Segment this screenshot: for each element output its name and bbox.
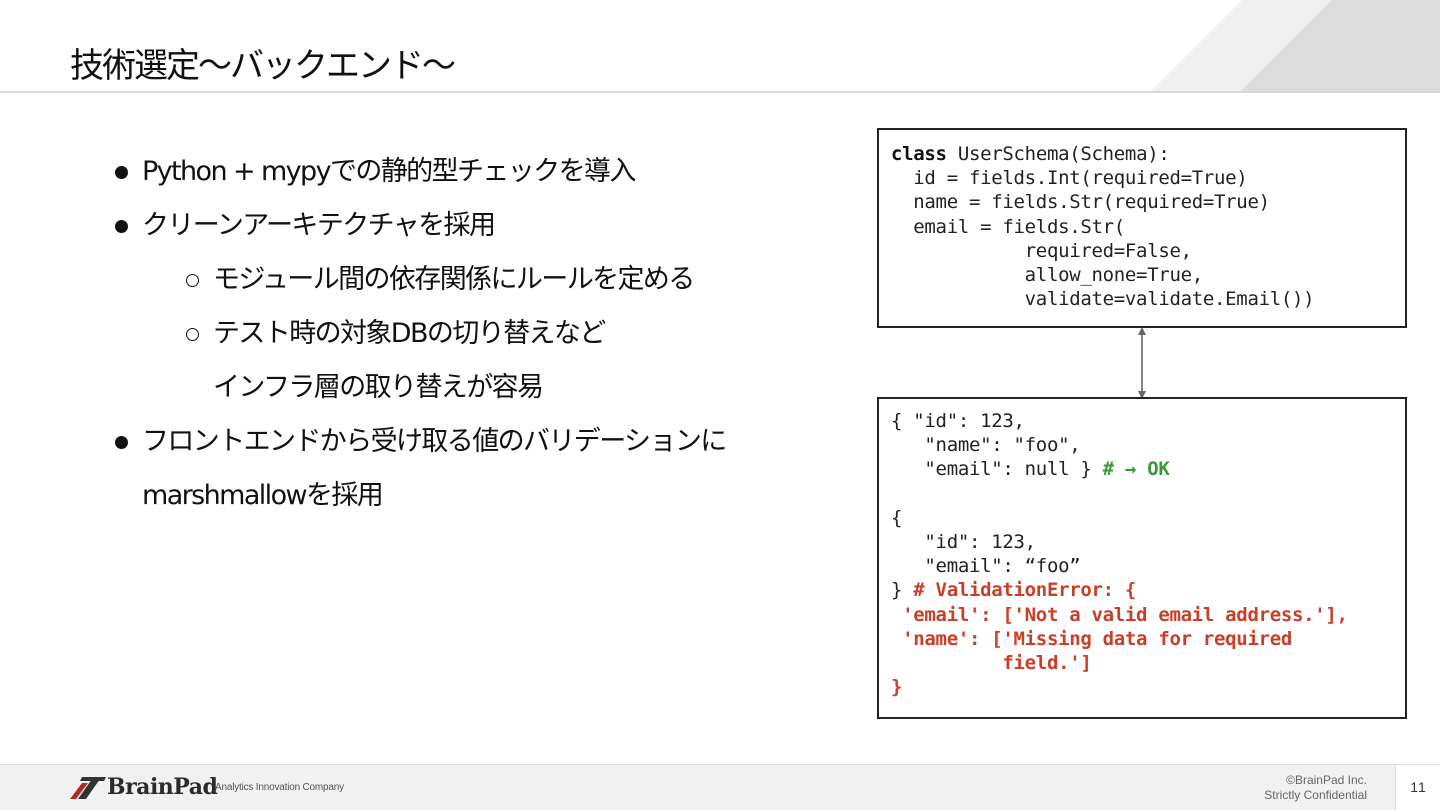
error-line: } xyxy=(891,676,903,699)
sub-bullet-continuation: インフラ層の取り替えが容易 xyxy=(213,372,544,403)
code-line: name = fields.Str(required=True) xyxy=(891,191,1270,214)
brand-name: BrainPad xyxy=(107,774,218,800)
code-line: "email": “foo” xyxy=(891,555,1081,578)
bullet-item: クリーンアーキテクチャを採用 xyxy=(142,210,496,241)
code-line: class UserSchema(Schema): xyxy=(891,143,1170,165)
copyright-notice: ©BrainPad Inc. Strictly Confidential xyxy=(1264,773,1367,803)
error-line: 'email': ['Not a valid email address.'], xyxy=(891,603,1348,626)
code-line: validate=validate.Email()) xyxy=(891,288,1315,311)
brainpad-logo-icon xyxy=(70,777,106,799)
schema-code-box: class UserSchema(Schema): id = fields.In… xyxy=(877,128,1407,328)
code-line: "name": "foo", xyxy=(891,434,1081,457)
page-number-box: 11 xyxy=(1395,765,1440,810)
bullet-dot-icon xyxy=(115,220,128,233)
code-line: "email": null } # → OK xyxy=(891,458,1170,481)
code-keyword: class xyxy=(891,143,947,165)
code-line: "id": 123, xyxy=(891,531,1036,554)
brand-tagline: Analytics Innovation Company xyxy=(215,782,344,793)
copyright-text: ©BrainPad Inc. xyxy=(1286,773,1367,787)
header-decoration xyxy=(1150,0,1440,92)
bullet-item: フロントエンドから受け取る値のバリデーションに xyxy=(142,426,727,457)
sub-bullet-item: モジュール間の依存関係にルールを定める xyxy=(213,264,695,295)
code-line: required=False, xyxy=(891,239,1192,262)
bullet-continuation: marshmallowを採用 xyxy=(142,480,384,511)
header-divider xyxy=(0,91,1440,93)
sub-bullet-item: テスト時の対象DBの切り替えなど xyxy=(213,318,606,349)
error-line: field.'] xyxy=(891,652,1092,675)
bullet-item: Python + mypyでの静的型チェックを導入 xyxy=(142,156,636,187)
page-title: 技術選定〜バックエンド〜 xyxy=(70,46,456,86)
code-line: id = fields.Int(required=True) xyxy=(891,167,1248,190)
sub-bullet-ring-icon xyxy=(186,274,199,287)
bullet-dot-icon xyxy=(115,166,128,179)
slide-header: 技術選定〜バックエンド〜 xyxy=(0,0,1440,93)
code-line: } # ValidationError: { xyxy=(891,579,1137,602)
error-line: 'name': ['Missing data for required xyxy=(891,627,1293,650)
ok-comment: # → OK xyxy=(1102,458,1170,481)
confidential-text: Strictly Confidential xyxy=(1264,788,1367,802)
bullet-dot-icon xyxy=(115,436,128,449)
double-arrow-icon xyxy=(1138,327,1146,399)
error-comment: # ValidationError: { xyxy=(913,579,1137,602)
code-line: allow_none=True, xyxy=(891,264,1204,287)
example-code-box: { "id": 123, "name": "foo", "email": nul… xyxy=(877,397,1407,719)
slide-footer: BrainPad Analytics Innovation Company ©B… xyxy=(0,764,1440,810)
code-line: { xyxy=(891,506,903,529)
code-line: email = fields.Str( xyxy=(891,215,1125,238)
sub-bullet-ring-icon xyxy=(186,328,199,341)
page-number: 11 xyxy=(1410,779,1427,795)
code-line: { "id": 123, xyxy=(891,410,1025,432)
